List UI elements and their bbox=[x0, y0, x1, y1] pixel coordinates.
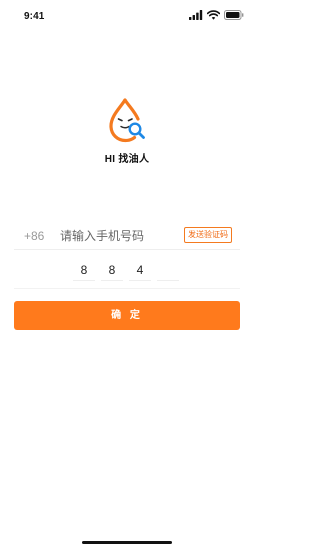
code-box-4[interactable] bbox=[157, 262, 179, 281]
signal-icon bbox=[189, 7, 203, 25]
phone-input[interactable] bbox=[60, 225, 170, 247]
confirm-button[interactable]: 确 定 bbox=[14, 301, 240, 330]
send-code-button[interactable]: 发送验证码 bbox=[184, 227, 232, 243]
status-time: 9:41 bbox=[24, 11, 45, 22]
country-code[interactable]: +86 bbox=[24, 229, 44, 243]
battery-icon bbox=[224, 7, 244, 25]
code-box-1[interactable]: 8 bbox=[73, 262, 95, 281]
status-bar: 9:41 bbox=[0, 0, 254, 34]
phone-row: +86 发送验证码 bbox=[14, 225, 240, 250]
wifi-icon bbox=[206, 7, 221, 25]
home-indicator bbox=[82, 541, 172, 544]
code-box-2[interactable]: 8 bbox=[101, 262, 123, 281]
status-icons bbox=[189, 10, 244, 22]
oil-drop-search-icon bbox=[106, 98, 148, 144]
verification-code-row: 8 8 4 bbox=[73, 262, 179, 282]
divider bbox=[14, 288, 240, 289]
code-box-3[interactable]: 4 bbox=[129, 262, 151, 281]
app-name: HI 找油人 bbox=[104, 154, 150, 165]
